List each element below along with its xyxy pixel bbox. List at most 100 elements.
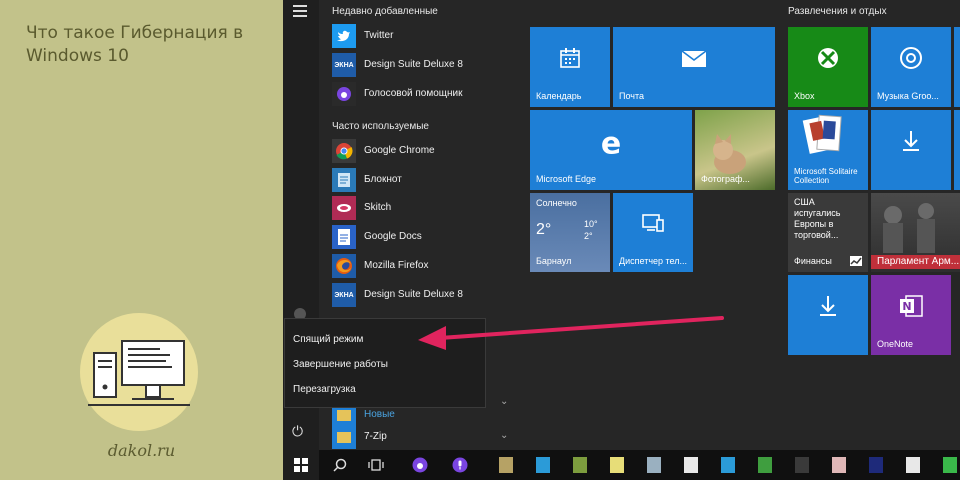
- taskbar-app-icon[interactable]: [721, 457, 735, 473]
- tile-label: Xbox: [794, 91, 815, 101]
- skitch-icon: [332, 196, 356, 220]
- microphone-icon[interactable]: [451, 456, 469, 474]
- task-view-icon[interactable]: [367, 456, 385, 474]
- app-label: Google Docs: [364, 231, 422, 242]
- tile-onenote[interactable]: N OneNote: [871, 275, 951, 355]
- tile-movies[interactable]: [954, 27, 960, 107]
- power-icon[interactable]: ⏻: [292, 423, 303, 440]
- restart-menu-item[interactable]: Перезагрузка: [293, 384, 356, 395]
- tile-partial[interactable]: [954, 110, 960, 190]
- taskbar-app-icon[interactable]: [499, 457, 513, 473]
- taskbar: [283, 450, 960, 480]
- design-suite-icon: ЭКНА: [332, 53, 356, 77]
- tile-solitaire[interactable]: Microsoft Solitaire Collection: [788, 110, 868, 190]
- devices-icon: [641, 213, 665, 239]
- tile-edge[interactable]: e Microsoft Edge: [530, 110, 692, 190]
- tile-label: OneNote: [877, 339, 914, 349]
- taskbar-app-icon[interactable]: [536, 457, 550, 473]
- chrome-icon: [332, 139, 356, 163]
- list-item[interactable]: Skitch: [332, 196, 522, 222]
- onenote-icon: N: [898, 294, 924, 324]
- tile-mail[interactable]: Почта: [613, 27, 775, 107]
- app-label: Голосовой помощник: [364, 88, 463, 99]
- mail-icon: [681, 48, 707, 74]
- tile-label: Microsoft Solitaire Collection: [794, 167, 858, 185]
- power-options-menu: Спящий режим Завершение работы Перезагру…: [284, 318, 486, 408]
- taskbar-app-icon[interactable]: [869, 457, 883, 473]
- firefox-icon: [332, 254, 356, 278]
- recent-header: Недавно добавленные: [332, 6, 438, 17]
- google-docs-icon: [332, 225, 356, 249]
- notepad-icon: [332, 168, 356, 192]
- list-item[interactable]: Блокнот: [332, 168, 522, 194]
- app-label: 7-Zip: [364, 431, 387, 442]
- voice-assistant-icon[interactable]: [411, 456, 429, 474]
- xbox-icon: [816, 46, 840, 76]
- download-icon: [818, 295, 838, 323]
- taskbar-app-icon[interactable]: [647, 457, 661, 473]
- taskbar-app-icon[interactable]: [610, 457, 624, 473]
- list-item[interactable]: 7-Zip: [332, 425, 522, 451]
- app-label: Google Chrome: [364, 145, 435, 156]
- list-item[interactable]: ЭКНА Design Suite Deluxe 8: [332, 283, 522, 309]
- finance-headline: США испугались Европы в торговой...: [794, 197, 841, 240]
- shutdown-menu-item[interactable]: Завершение работы: [293, 359, 388, 370]
- sleep-menu-item[interactable]: Спящий режим: [293, 334, 363, 345]
- tile-xbox[interactable]: Xbox: [788, 27, 868, 107]
- tile-label: Фотограф...: [701, 174, 750, 184]
- list-item[interactable]: Mozilla Firefox: [332, 254, 522, 280]
- tile-finance[interactable]: США испугались Европы в торговой... Фина…: [788, 193, 868, 272]
- taskbar-app-icon[interactable]: [573, 457, 587, 473]
- design-suite-icon: ЭКНА: [332, 283, 356, 307]
- list-item[interactable]: Голосовой помощник: [332, 82, 522, 108]
- taskbar-app-icon[interactable]: [832, 457, 846, 473]
- app-label: Новые: [364, 409, 395, 420]
- windows-logo-icon: [294, 458, 308, 472]
- chevron-down-icon[interactable]: ⌄: [500, 430, 508, 441]
- list-item[interactable]: Google Docs: [332, 225, 522, 251]
- frequent-header: Часто используемые: [332, 121, 429, 132]
- promo-title: Что такое Гибернация в Windows 10: [26, 23, 244, 66]
- tile-device-manager[interactable]: Диспетчер тел...: [613, 193, 693, 272]
- app-label: Design Suite Deluxe 8: [364, 59, 463, 70]
- tile-label: Финансы: [794, 256, 832, 266]
- tile-label: Музыка Groo...: [877, 91, 939, 101]
- tile-photos[interactable]: Фотограф...: [695, 110, 775, 190]
- app-label: Twitter: [364, 30, 394, 41]
- folder-icon: [332, 425, 356, 449]
- app-label: Design Suite Deluxe 8: [364, 289, 463, 300]
- taskbar-app-icon[interactable]: [684, 457, 698, 473]
- voice-assistant-icon: [332, 82, 356, 106]
- hamburger-menu-icon[interactable]: [293, 5, 307, 17]
- list-item[interactable]: Google Chrome: [332, 139, 522, 165]
- chart-icon: [850, 256, 862, 266]
- computer-icon: [88, 340, 190, 406]
- twitter-icon: [332, 24, 356, 48]
- tile-label: Календарь: [536, 91, 582, 101]
- tile-groove[interactable]: Музыка Groo...: [871, 27, 951, 107]
- group-header: Развлечения и отдых: [788, 6, 887, 17]
- tile-download[interactable]: [788, 275, 868, 355]
- taskbar-app-icon[interactable]: [943, 457, 957, 473]
- tile-weather[interactable]: Солнечно 2° 10° 2° Барнаул: [530, 193, 610, 272]
- chevron-down-icon[interactable]: ⌄: [500, 396, 508, 407]
- tile-calendar[interactable]: Календарь: [530, 27, 610, 107]
- taskbar-app-icon[interactable]: [758, 457, 772, 473]
- taskbar-app-icon[interactable]: [795, 457, 809, 473]
- search-icon[interactable]: [331, 456, 349, 474]
- download-icon: [901, 130, 921, 158]
- taskbar-app-icon[interactable]: [906, 457, 920, 473]
- news-photo-icon: [883, 203, 935, 253]
- computer-illustration: [80, 313, 198, 431]
- tile-download[interactable]: [871, 110, 951, 190]
- list-item[interactable]: Twitter: [332, 24, 522, 50]
- svg-text:N: N: [902, 300, 911, 313]
- app-label: Mozilla Firefox: [364, 260, 429, 271]
- calendar-icon: [559, 47, 581, 75]
- start-button[interactable]: [283, 450, 319, 480]
- tile-news[interactable]: Парламент Арм...: [871, 193, 960, 272]
- tile-label: Диспетчер тел...: [619, 256, 688, 266]
- site-name: dakol.ru: [107, 441, 176, 460]
- tile-label: Microsoft Edge: [536, 174, 597, 184]
- list-item[interactable]: ЭКНА Design Suite Deluxe 8: [332, 53, 522, 79]
